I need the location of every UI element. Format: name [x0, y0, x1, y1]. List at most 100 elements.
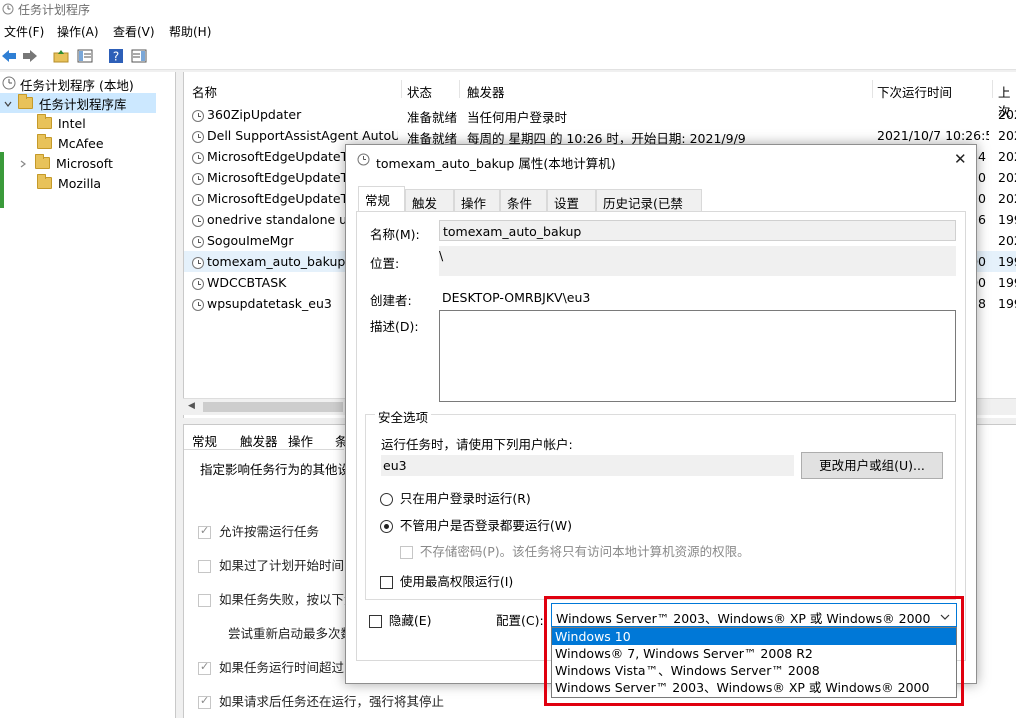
checkbox[interactable]: [198, 560, 211, 573]
folder-icon: [35, 154, 50, 169]
name-label: 名称(M):: [370, 227, 420, 242]
tree-item-label: McAfee: [58, 135, 104, 151]
tab-general[interactable]: 常规: [192, 431, 217, 450]
task-clock-icon: [192, 298, 204, 311]
task-clock-icon: [192, 109, 204, 122]
name-field[interactable]: tomexam_auto_bakup: [439, 220, 956, 241]
tree-item-label: Microsoft: [56, 155, 113, 171]
chevron-down-icon[interactable]: [4, 96, 12, 111]
config-label: 配置(C):: [496, 613, 544, 628]
table-row[interactable]: 360ZipUpdater 准备就绪当任何用户登录时 202: [184, 104, 1016, 125]
settings-description: 指定影响任务行为的其他设: [200, 462, 346, 477]
forward-arrow-icon[interactable]: [21, 47, 39, 65]
config-option[interactable]: Windows Server™ 2003、Windows® XP 或 Windo…: [552, 679, 956, 696]
radio-whether-logged-on[interactable]: 不管用户是否登录都要运行(W): [380, 515, 572, 534]
checkbox-no-store-password[interactable]: 不存储密码(P)。该任务将只有访问本地计算机资源的权限。: [400, 541, 750, 560]
chevron-down-icon[interactable]: [940, 610, 950, 624]
behavior-option[interactable]: 如果任务运行时间超过以: [198, 657, 348, 676]
task-clock-icon: [192, 277, 204, 290]
user-account-value: eu3: [383, 458, 407, 473]
behavior-option[interactable]: 如果请求后任务还在运行，强行将其停止: [198, 691, 458, 710]
dialog-tab-general[interactable]: 常规: [358, 186, 405, 212]
window-title: 任务计划程序: [18, 3, 91, 17]
location-field: \: [439, 246, 956, 276]
tree-item-microsoft[interactable]: Microsoft: [20, 153, 113, 173]
action-pane-icon[interactable]: [130, 47, 148, 65]
back-arrow-icon[interactable]: [0, 47, 18, 65]
checkbox-highest-privileges[interactable]: 使用最高权限运行(I): [380, 571, 513, 590]
config-option[interactable]: Windows® 7, Windows Server™ 2008 R2: [552, 645, 956, 662]
scroll-thumb[interactable]: [203, 402, 343, 412]
task-clock-icon: [192, 235, 204, 248]
dialog-tab-triggers[interactable]: 触发器: [405, 189, 454, 230]
checkbox[interactable]: [400, 546, 413, 559]
behavior-option[interactable]: 如果过了计划开始时间,: [198, 555, 348, 574]
tree-root[interactable]: 任务计划程序 (本地): [2, 74, 134, 94]
tree-item-library[interactable]: 任务计划程序库: [0, 93, 156, 113]
folder-icon: [37, 114, 52, 129]
option-label: 尝试重新启动最多次数:: [228, 626, 358, 641]
checkbox-hidden[interactable]: 隐藏(E): [369, 610, 431, 629]
row-last-run-cell: 202: [998, 233, 1016, 248]
tree-pane: 任务计划程序 (本地) 任务计划程序库 Intel McAfee Microso…: [0, 72, 176, 718]
up-folder-icon[interactable]: [52, 47, 70, 65]
dialog-tab-actions[interactable]: 操作: [454, 189, 500, 211]
svg-text:?: ?: [113, 50, 119, 64]
tree-item-library-label: 任务计划程序库: [39, 96, 127, 112]
option-label: 如果任务失败，按以下步: [219, 592, 348, 607]
menu-help[interactable]: 帮助(H): [169, 23, 211, 40]
checkbox[interactable]: [369, 615, 382, 628]
behavior-option[interactable]: 如果任务失败，按以下步: [198, 589, 348, 608]
checkbox-label: 不存储密码(P)。该任务将只有访问本地计算机资源的权限。: [419, 544, 750, 559]
close-icon[interactable]: ✕: [954, 150, 967, 168]
tree-item-mozilla[interactable]: Mozilla: [37, 173, 101, 193]
table-row[interactable]: Dell SupportAssistAgent AutoU... 准备就绪 每周的 …: [184, 125, 1016, 146]
menu-file[interactable]: 文件(F): [4, 23, 44, 40]
checkbox-label: 使用最高权限运行(I): [399, 574, 514, 589]
radio-button[interactable]: [380, 493, 393, 506]
dialog-tab-history[interactable]: 历史记录(已禁用): [596, 189, 702, 230]
dialog-tab-conditions[interactable]: 条件: [500, 189, 547, 211]
dialog-title-bar: tomexam_auto_bakup 属性(本地计算机) ✕: [346, 145, 976, 175]
chevron-right-icon[interactable]: [20, 156, 26, 171]
task-clock-icon: [192, 193, 204, 206]
show-hide-tree-icon[interactable]: [76, 47, 94, 65]
checkbox[interactable]: [198, 594, 211, 607]
checkbox[interactable]: [380, 576, 393, 589]
row-last-run-cell: 202: [998, 128, 1016, 143]
toolbar: ?: [0, 42, 1016, 70]
config-select[interactable]: Windows Server™ 2003、Windows® XP 或 Windo…: [551, 603, 957, 627]
checkbox[interactable]: [198, 660, 211, 675]
config-selected-value: Windows Server™ 2003、Windows® XP 或 Windo…: [556, 611, 931, 626]
description-input[interactable]: [439, 310, 956, 402]
tree-item-mcafee[interactable]: McAfee: [37, 133, 104, 153]
row-last-run-cell: 202: [998, 149, 1016, 164]
col-header-status[interactable]: 状态: [407, 82, 432, 101]
row-status-cell: 准备就绪: [407, 110, 458, 125]
tab-triggers[interactable]: 触发器: [240, 431, 278, 450]
help-icon[interactable]: ?: [107, 47, 125, 65]
radio-button[interactable]: [380, 520, 393, 533]
author-label: 创建者:: [370, 293, 412, 308]
menu-view[interactable]: 查看(V): [113, 23, 155, 40]
col-header-name[interactable]: 名称: [192, 82, 217, 101]
tree-item-intel[interactable]: Intel: [37, 113, 86, 133]
row-next-run-cell: 2021/10/7 10:26:53: [877, 128, 989, 143]
change-user-button[interactable]: 更改用户或组(U)...: [801, 452, 943, 479]
user-account-field: eu3: [381, 455, 794, 476]
col-header-next-run[interactable]: 下次运行时间: [877, 82, 952, 101]
option-label: 如果过了计划开始时间,: [219, 558, 348, 573]
config-option[interactable]: Windows Vista™、Windows Server™ 2008: [552, 662, 956, 679]
col-header-trigger[interactable]: 触发器: [467, 82, 505, 101]
checkbox[interactable]: [198, 524, 211, 539]
tab-actions[interactable]: 操作: [288, 431, 313, 450]
folder-icon: [37, 174, 52, 189]
radio-logged-on-only[interactable]: 只在用户登录时运行(R): [380, 488, 531, 507]
config-option[interactable]: Windows 10: [552, 628, 956, 645]
scroll-left-icon[interactable]: ◀: [188, 401, 195, 411]
behavior-option[interactable]: 允许按需运行任务: [198, 521, 348, 540]
task-clock-icon: [192, 151, 204, 164]
dialog-tab-settings[interactable]: 设置: [547, 189, 596, 211]
menu-action[interactable]: 操作(A): [57, 23, 99, 40]
checkbox[interactable]: [198, 694, 211, 709]
